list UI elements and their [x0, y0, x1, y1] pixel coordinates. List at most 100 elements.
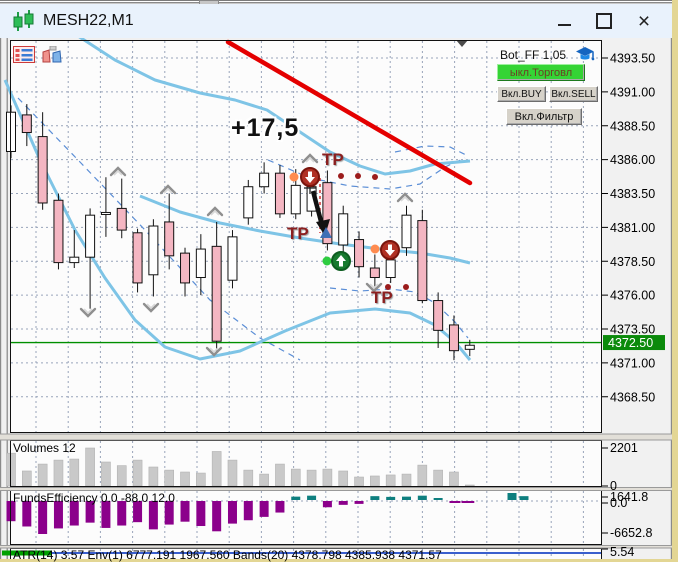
- candle: [100, 211, 111, 215]
- darkred-dot: [338, 173, 344, 179]
- efficiency-pane-label: FundsEfficiency 0.0 -88.0 12.0: [13, 491, 175, 505]
- candlestick-icon: [13, 10, 34, 31]
- efficiency-bar-negative: [259, 501, 269, 517]
- price-tick-label: 4376.00: [610, 289, 655, 303]
- efficiency-bar-positive: [370, 496, 380, 500]
- maximize-icon: [596, 13, 612, 29]
- toggle-trading-button[interactable]: ыкл.Торговл: [497, 64, 585, 81]
- efficiency-bar-positive: [519, 496, 529, 500]
- volume-bar: [338, 470, 349, 487]
- volume-bar: [275, 463, 285, 487]
- volume-bar: [401, 473, 412, 487]
- efficiency-bar-positive: [433, 498, 443, 500]
- atr-pane-label: ATR(14) 3.57 Env(1) 6777.191 1967.560 Ba…: [13, 548, 442, 562]
- price-tick-label: 4383.50: [610, 187, 655, 201]
- volume-bar: [306, 469, 317, 487]
- price-tick-label: 4388.50: [610, 119, 655, 133]
- take-profit-label: TP: [287, 224, 309, 243]
- bot-name-label: Bot_FF 1,05: [500, 48, 567, 62]
- price-tick-label: 4386.00: [610, 153, 655, 167]
- efficiency-bar-negative: [180, 501, 190, 522]
- price-tick-label: 4378.50: [610, 255, 655, 269]
- efficiency-bar-negative: [227, 501, 237, 524]
- candle: [53, 199, 64, 264]
- candle: [464, 344, 475, 350]
- buy-arrow: [339, 260, 343, 267]
- desktop: { "window": { "title": "MESH22,M1", "clo…: [0, 0, 678, 562]
- minimize-button[interactable]: [544, 7, 584, 35]
- candle: [211, 245, 222, 342]
- efficiency-bar-negative: [38, 501, 48, 534]
- left-frame-line: [0, 38, 2, 559]
- window-controls: ×: [544, 7, 664, 35]
- efficiency-bar-positive: [307, 495, 317, 500]
- volume-bar: [180, 471, 190, 487]
- volume-bar: [37, 463, 48, 487]
- efficiency-bar-negative: [196, 501, 206, 527]
- candle: [69, 256, 80, 264]
- title-bar: MESH22,M1 ×: [0, 4, 672, 38]
- toggle-sell-button[interactable]: Вкл.SELL: [549, 86, 598, 102]
- graduation-cap-icon: [576, 47, 595, 61]
- orange-dot: [289, 172, 299, 182]
- volume-bar: [417, 464, 428, 487]
- volume-bar: [354, 476, 364, 487]
- volume-bar: [370, 475, 380, 487]
- efficiency-bar-negative: [338, 501, 348, 505]
- price-tick-label: 4371.00: [610, 356, 655, 370]
- candle: [433, 300, 444, 331]
- efficiency-bar-positive: [507, 493, 517, 500]
- candle: [243, 186, 254, 219]
- efficiency-bar-negative: [322, 501, 332, 508]
- candle: [417, 220, 428, 302]
- right-frame-line: [670, 38, 672, 559]
- volumes-pane-label: Volumes 12: [13, 441, 76, 455]
- efficiency-bar-negative: [212, 501, 222, 532]
- price-tick-label: 4381.00: [610, 221, 655, 235]
- volume-bar: [243, 469, 254, 487]
- candle: [180, 252, 191, 284]
- current-price-label: 4372.50: [608, 336, 653, 350]
- darkred-dot: [355, 173, 361, 179]
- window-title: MESH22,M1: [43, 12, 134, 29]
- terminal-window: MESH22,M1 × 4393.50 4391.00 4388.50 4386.00…: [0, 0, 672, 562]
- toggle-buy-button[interactable]: Вкл.BUY: [497, 86, 546, 102]
- volume-tick-label: 2201: [610, 441, 638, 455]
- atr-tick-label: 5.54: [610, 545, 634, 559]
- volume-bar: [164, 469, 174, 487]
- candle: [290, 184, 301, 215]
- candle: [354, 239, 365, 268]
- toggle-filter-button[interactable]: Вкл.Фильтр: [506, 108, 582, 125]
- candle: [338, 213, 349, 246]
- efficiency-bar-positive: [386, 496, 396, 500]
- efficiency-tick-label: -6652.8: [610, 526, 652, 540]
- candle: [259, 172, 270, 188]
- sell-arrow: [388, 244, 392, 251]
- take-profit-label: TP: [371, 288, 393, 307]
- candle: [195, 248, 206, 279]
- take-profit-label: TP: [322, 150, 344, 169]
- candle: [132, 232, 143, 284]
- minimize-icon: [557, 24, 571, 26]
- efficiency-bar-positive: [402, 496, 411, 500]
- price-tick-label: 4368.50: [610, 390, 655, 404]
- volume-bar: [322, 468, 333, 487]
- efficiency-bar-negative: [275, 501, 285, 513]
- efficiency-bar-negative: [243, 501, 253, 521]
- candle: [401, 214, 412, 249]
- sell-arrow: [308, 171, 312, 178]
- account-list-icon[interactable]: [13, 46, 35, 63]
- efficiency-bar-negative: [53, 501, 63, 529]
- efficiency-bar-positive: [291, 496, 301, 500]
- volume-bar: [22, 470, 32, 487]
- objects-icon[interactable]: [41, 46, 63, 63]
- close-button[interactable]: ×: [624, 7, 664, 35]
- efficiency-bar-negative: [354, 501, 364, 504]
- candle: [116, 207, 127, 231]
- maximize-button[interactable]: [584, 7, 624, 35]
- volume-bar: [116, 465, 127, 487]
- efficiency-bar-negative: [451, 501, 461, 503]
- volume-bar: [259, 473, 269, 487]
- volume-bar: [101, 461, 111, 487]
- volume-bar: [148, 466, 159, 487]
